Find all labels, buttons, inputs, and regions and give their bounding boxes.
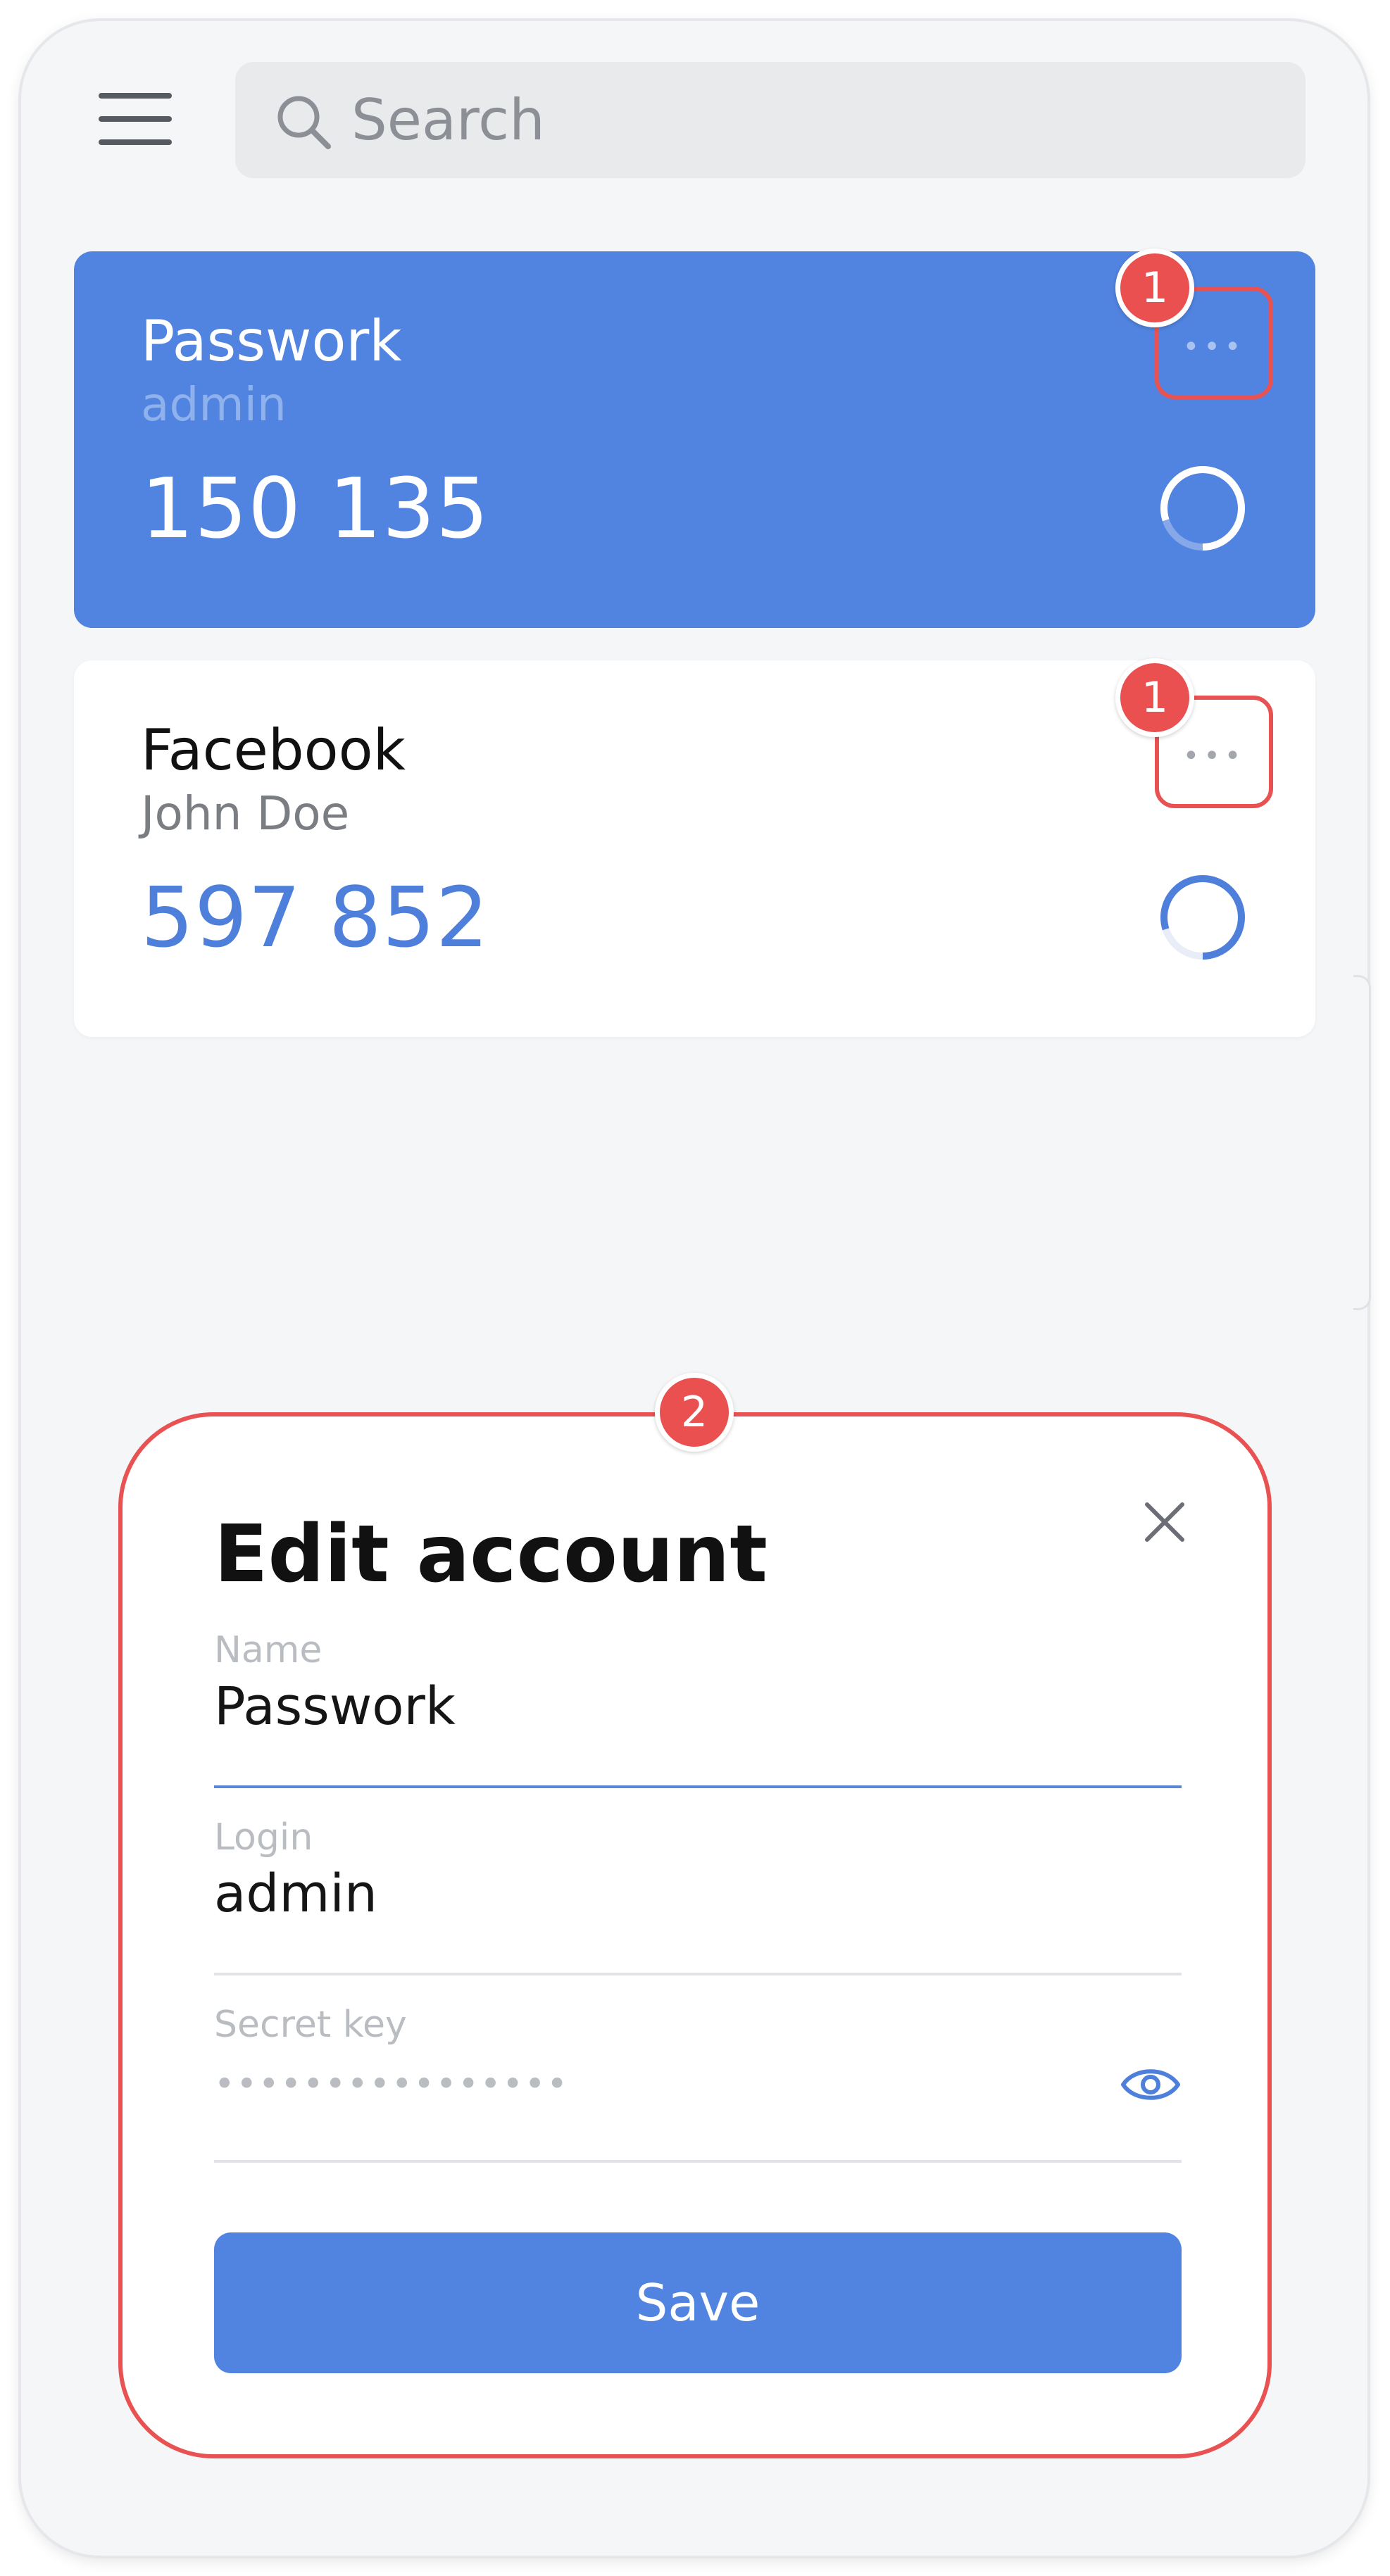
secret-key-label: Secret key [214,2004,407,2046]
annotation-badge-1: 1 [1115,249,1194,327]
secret-key-input[interactable]: •••••••••••••••• [214,2063,569,2105]
secret-key-underline [214,2160,1182,2163]
name-label: Name [214,1629,323,1671]
login-label: Login [214,1816,313,1859]
hamburger-icon [99,93,172,99]
menu-button[interactable] [99,92,172,146]
more-dots-icon: ••• [1182,331,1246,363]
account-login: admin [141,377,287,432]
countdown-ring-icon [1160,875,1245,960]
login-input[interactable]: admin [214,1862,377,1925]
account-login: John Doe [141,786,350,841]
dialog-title: Edit account [214,1509,768,1600]
account-name: Passwork [141,308,402,374]
search-icon [277,96,331,149]
otp-code: 150 135 [141,460,489,557]
annotation-badge-1: 1 [1115,658,1194,737]
login-underline [214,1973,1182,1975]
eye-icon[interactable] [1119,2053,1182,2116]
side-button [1353,975,1371,1310]
search-input[interactable]: Search [351,62,545,178]
save-button[interactable]: Save [214,2232,1182,2373]
name-input[interactable]: Passwork [214,1675,456,1738]
more-dots-icon: ••• [1182,740,1246,772]
countdown-ring-icon [1160,466,1245,551]
otp-code: 597 852 [141,869,489,966]
edit-account-dialog: Edit account Name Passwork Login admin S… [118,1412,1272,2458]
account-name: Facebook [141,717,406,783]
search-bar[interactable]: Search [235,62,1306,178]
name-underline [214,1785,1182,1788]
close-icon[interactable] [1137,1494,1193,1550]
annotation-badge-2: 2 [655,1373,734,1452]
